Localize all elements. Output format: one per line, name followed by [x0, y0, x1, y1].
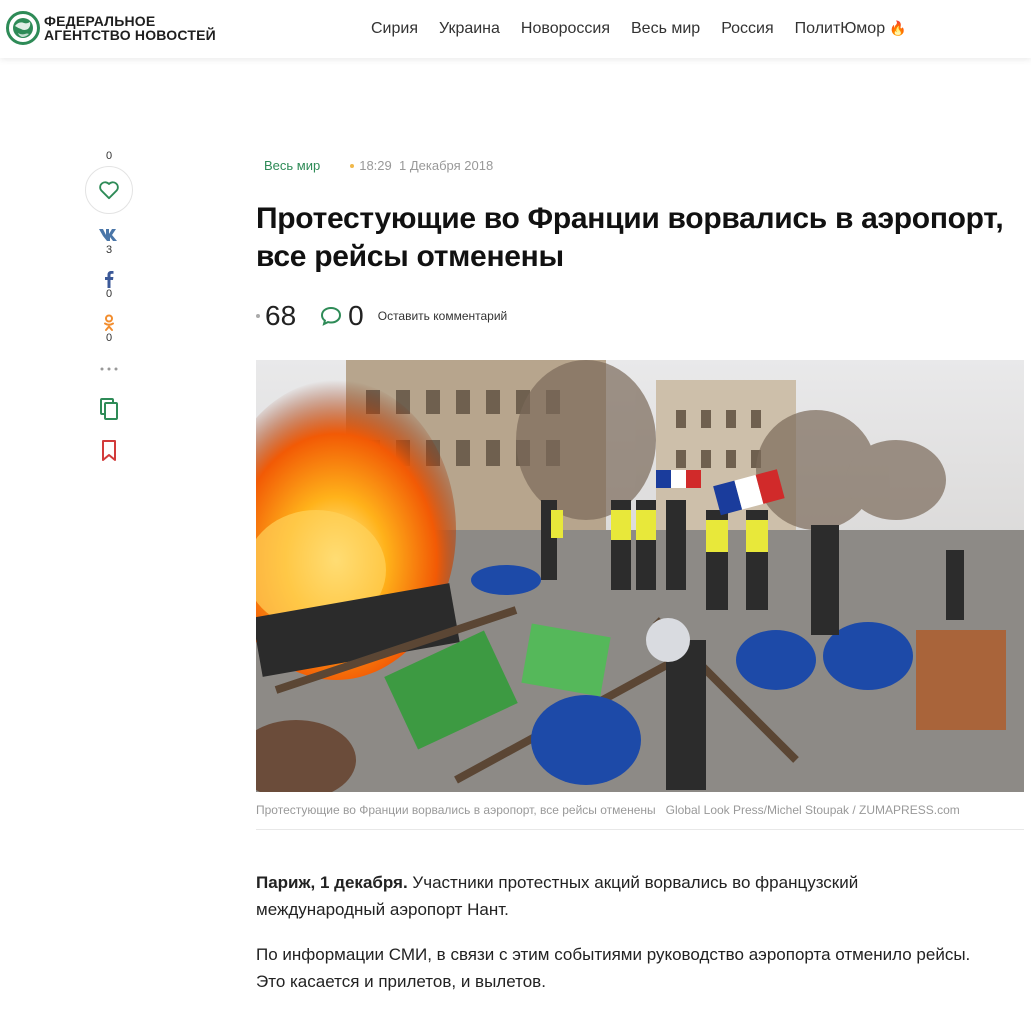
- article-lead: Париж, 1 декабря. Участники протестных а…: [256, 869, 986, 923]
- copy-link-button[interactable]: [84, 398, 134, 420]
- facebook-count: 0: [105, 288, 113, 300]
- site-header: ФЕДЕРАЛЬНОЕ АГЕНТСТВО НОВОСТЕЙ Сирия Укр…: [0, 0, 1031, 58]
- views-count: 68: [256, 300, 296, 332]
- protest-photo-image: [256, 360, 1024, 792]
- vk-icon: [99, 229, 117, 241]
- like-button[interactable]: [85, 166, 133, 214]
- nav-item-novorossiya[interactable]: Новороссия: [521, 20, 610, 38]
- logo-globe-icon: [6, 11, 40, 45]
- nav-item-syria[interactable]: Сирия: [371, 20, 418, 38]
- photo-credit: Global Look Press/Michel Stoupak / ZUMAP…: [665, 803, 960, 817]
- nav-item-world[interactable]: Весь мир: [631, 20, 700, 38]
- article-rubric[interactable]: Весь мир: [264, 158, 320, 173]
- share-sidebar: 0 3 0 0: [84, 150, 134, 462]
- more-icon: [100, 367, 118, 371]
- ok-share-button[interactable]: 0: [84, 314, 134, 344]
- bookmark-button[interactable]: [84, 440, 134, 462]
- article-time: 18:29: [359, 158, 392, 173]
- facebook-icon: [105, 271, 114, 288]
- article-meta: Весь мир 18:29 1 Декабря 2018: [264, 158, 493, 173]
- likes-count: 0: [105, 150, 113, 162]
- nav-item-polithumor[interactable]: ПолитЮмор: [795, 20, 907, 38]
- comment-icon[interactable]: [320, 306, 342, 326]
- site-logo[interactable]: ФЕДЕРАЛЬНОЕ АГЕНТСТВО НОВОСТЕЙ: [6, 11, 216, 45]
- copy-icon: [100, 398, 118, 420]
- meta-dot: [350, 164, 355, 168]
- nav-item-ukraine[interactable]: Украина: [439, 20, 500, 38]
- logo-line-2: АГЕНТСТВО НОВОСТЕЙ: [44, 27, 216, 43]
- vk-count: 3: [105, 244, 113, 256]
- article-paragraph-2: По информации СМИ, в связи с этим событи…: [256, 945, 971, 991]
- article-title: Протестующие во Франции ворвались в аэро…: [256, 202, 1004, 273]
- logo-text: ФЕДЕРАЛЬНОЕ АГЕНТСТВО НОВОСТЕЙ: [44, 14, 216, 42]
- nav-item-russia[interactable]: Россия: [721, 20, 773, 38]
- comments-count: 0: [348, 300, 364, 331]
- photo-caption: Протестующие во Франции ворвались в аэро…: [256, 803, 1024, 830]
- vk-share-button[interactable]: 3: [84, 226, 134, 256]
- more-share-button[interactable]: [84, 360, 134, 378]
- ok-count: 0: [105, 332, 113, 344]
- lead-dateline: Париж, 1 декабря.: [256, 873, 408, 892]
- article-stats: 68 0 Оставить комментарий: [256, 300, 507, 332]
- facebook-share-button[interactable]: 0: [84, 270, 134, 300]
- heart-icon: [99, 181, 119, 200]
- main-nav: Сирия Украина Новороссия Весь мир Россия…: [371, 20, 927, 38]
- leave-comment-link[interactable]: Оставить комментарий: [378, 309, 508, 323]
- caption-text: Протестующие во Франции ворвались в аэро…: [256, 803, 656, 817]
- bookmark-icon: [102, 440, 116, 461]
- article-date: 1 Декабря 2018: [399, 158, 494, 173]
- logo-line-1: ФЕДЕРАЛЬНОЕ: [44, 13, 156, 29]
- odnoklassniki-icon: [104, 314, 114, 331]
- article-photo: [256, 360, 1024, 792]
